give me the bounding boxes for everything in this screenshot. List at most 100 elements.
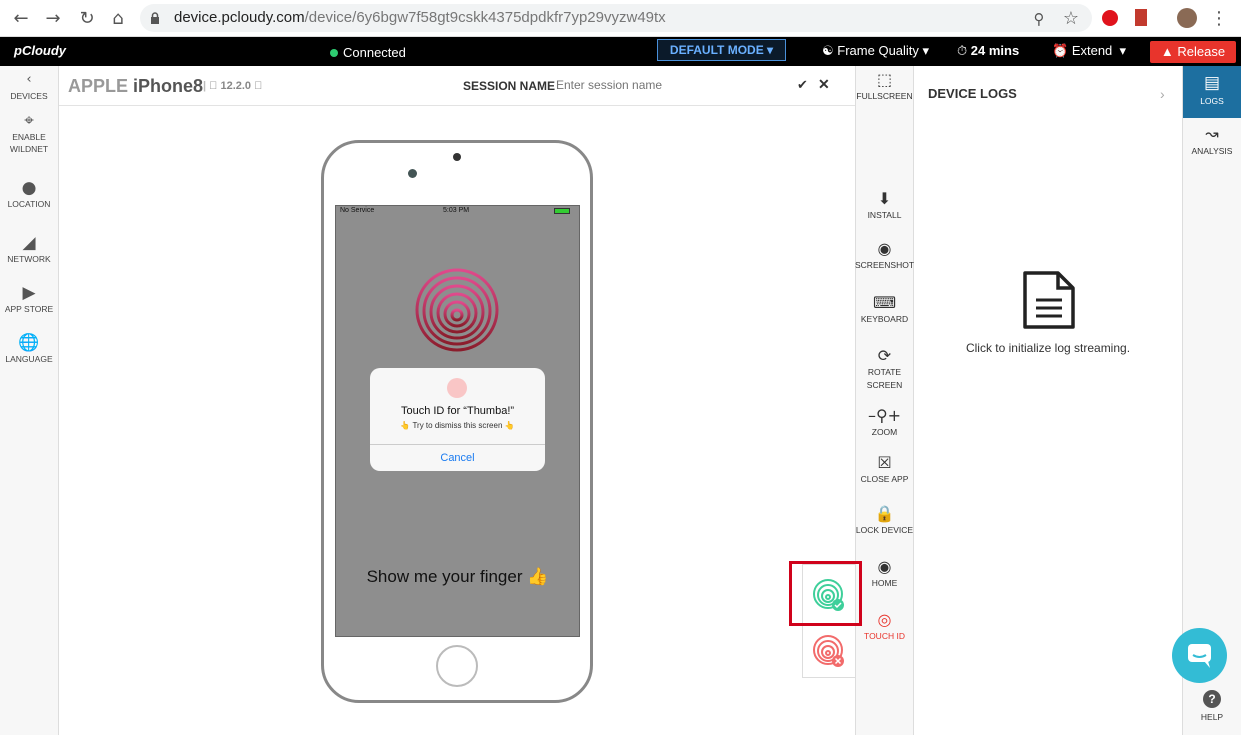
left-sidebar — [0, 66, 59, 735]
tool-label: KEYBOARD — [860, 314, 909, 324]
alert-divider — [370, 444, 545, 445]
session-name-label: SESSION NAME — [463, 79, 556, 93]
help-button[interactable]: ? HELP — [1183, 690, 1241, 723]
mode-dropdown[interactable]: DEFAULT MODE ▾ — [657, 39, 786, 61]
chat-bubble-icon — [1188, 644, 1211, 668]
bookmark-star-icon[interactable]: ☆ — [1060, 8, 1082, 30]
extend-dropdown[interactable]: ⏰ Extend ▾ — [1052, 43, 1126, 59]
os-version-value: 12.2.0 — [209, 80, 251, 95]
mode-label: DEFAULT MODE — [669, 43, 764, 57]
alert-title: Touch ID for “Thumba!” — [400, 405, 515, 417]
screen-message: Show me your finger 👍 — [366, 567, 549, 586]
highlight-box — [789, 561, 862, 626]
frame-quality-icon: ☯ — [822, 43, 834, 58]
close-app-icon: ☒ — [877, 453, 892, 472]
fullscreen-icon: ⬚ — [876, 70, 893, 89]
alarm-clock-icon: ⏰ — [1052, 43, 1069, 58]
tool-close-app[interactable]: ☒ CLOSE APP — [855, 453, 914, 486]
home-page-icon[interactable]: ⌂ — [107, 8, 129, 30]
tool-fullscreen[interactable]: ⬚ FULLSCREEN — [855, 70, 914, 103]
sidebar-label: APP STORE — [4, 304, 54, 314]
help-question-icon: ? — [1203, 690, 1221, 708]
logs-list-icon: ▤ — [1203, 73, 1221, 92]
browser-menu-icon[interactable]: ⋮ — [1208, 8, 1230, 30]
release-button[interactable]: ▲ Release — [1150, 41, 1236, 63]
cancel-x-icon[interactable]: ✕ — [818, 76, 830, 93]
logs-message[interactable]: Click to initialize log streaming. — [914, 341, 1182, 355]
tab-analysis-label: ANALYSIS — [1191, 146, 1233, 156]
release-label: Release — [1177, 44, 1226, 59]
signal-icon: ◢ — [22, 233, 36, 253]
sidebar-label: ENABLE WILDNET — [9, 132, 49, 154]
phone-time: 5:03 PM — [443, 207, 470, 214]
confirm-check-icon[interactable]: ✔ — [797, 77, 808, 93]
phone-status-bar: No Service 5:03 PM — [340, 207, 578, 214]
tool-zoom[interactable]: –⚲+ ZOOM — [855, 406, 914, 439]
home-icon: ◉ — [877, 557, 892, 576]
device-model: iPhone8 — [133, 76, 204, 96]
tool-install[interactable]: ⬇ INSTALL — [855, 189, 914, 222]
help-label: HELP — [1200, 712, 1224, 722]
tab-logs-label: LOGS — [1200, 96, 1224, 106]
frame-quality-dropdown[interactable]: ☯ Frame Quality ▾ — [822, 43, 929, 59]
tool-keyboard[interactable]: ⌨ KEYBOARD — [855, 293, 914, 326]
status-text: Connected — [343, 45, 406, 60]
phone-speaker — [453, 153, 461, 161]
document-icon[interactable] — [1022, 270, 1076, 335]
tool-label: LOCK DEVICE — [855, 525, 914, 535]
logs-title: DEVICE LOGS — [928, 86, 1017, 101]
alert-cancel-button[interactable]: Cancel — [370, 452, 545, 464]
tool-label: HOME — [871, 578, 898, 588]
install-icon: ⬇ — [877, 189, 892, 208]
chevron-right-icon[interactable]: › — [1160, 86, 1165, 102]
tool-rotate[interactable]: ⟳ ROTATE SCREEN — [855, 346, 914, 392]
back-chevron-icon: ‹ — [26, 72, 32, 87]
alert-fingerprint-icon — [447, 378, 467, 398]
tab-logs[interactable]: ▤ LOGS — [1183, 66, 1241, 118]
lock-icon — [150, 11, 160, 24]
sidebar-item-wildnet[interactable]: ⌖ ENABLE WILDNET — [0, 111, 58, 155]
opera-extension-icon[interactable] — [1102, 10, 1118, 26]
url-text[interactable]: device.pcloudy.com/device/6y6bgw7f58gt9c… — [174, 9, 666, 26]
zoom-icon: –⚲+ — [867, 406, 902, 425]
fingerprint-graphic-icon — [412, 265, 502, 355]
sidebar-label: LOCATION — [7, 199, 51, 209]
chat-widget-button[interactable] — [1172, 628, 1227, 683]
sidebar-item-network[interactable]: ◢ NETWORK — [0, 233, 58, 265]
tool-screenshot[interactable]: ◉ SCREENSHOT — [855, 239, 914, 272]
reload-icon[interactable]: ↻ — [76, 8, 98, 30]
sidebar-item-location[interactable]: ● LOCATION — [0, 178, 58, 210]
connection-status: Connected — [330, 45, 406, 60]
sidebar-item-devices[interactable]: ‹ DEVICES — [0, 70, 58, 102]
info-icon[interactable]: ⓘ — [254, 80, 262, 92]
keyboard-icon: ⌨ — [872, 293, 897, 312]
status-dot-icon — [330, 48, 338, 57]
phone-home-button[interactable] — [436, 645, 478, 687]
tool-touch-id[interactable]: ◎ TOUCH ID — [855, 610, 914, 643]
rotate-icon: ⟳ — [877, 346, 892, 365]
tool-label: CLOSE APP — [860, 474, 909, 484]
sidebar-item-language[interactable]: 🌐 LANGUAGE — [0, 333, 58, 365]
battery-icon — [554, 208, 570, 214]
back-arrow-icon[interactable]: ← — [10, 8, 32, 30]
fingerprint-icon: ◎ — [877, 610, 892, 629]
zoom-search-icon[interactable]: ⚲ — [1028, 8, 1050, 30]
stopwatch-icon: ⏱ — [957, 43, 968, 58]
tool-home[interactable]: ◉ HOME — [855, 557, 914, 590]
wifi-tower-icon: ⌖ — [24, 111, 34, 131]
profile-avatar[interactable] — [1177, 8, 1197, 28]
frame-quality-label: Frame Quality — [837, 43, 919, 58]
device-brand: APPLE — [68, 76, 129, 96]
touch-fail-icon[interactable] — [812, 634, 846, 668]
sidebar-item-app-store[interactable]: ▶ APP STORE — [0, 283, 58, 315]
forward-arrow-icon[interactable]: → — [42, 8, 64, 30]
session-timer: ⏱ 24 mins — [957, 43, 1019, 59]
tool-lock-device[interactable]: 🔒 LOCK DEVICE — [855, 504, 914, 537]
tab-analysis[interactable]: ↝ ANALYSIS — [1183, 125, 1241, 157]
apple-icon:  — [209, 80, 217, 92]
phone-camera — [408, 169, 417, 178]
globe-icon: 🌐 — [18, 333, 40, 353]
play-circle-icon: ▶ — [22, 283, 36, 303]
session-name-input[interactable] — [556, 78, 786, 92]
book-extension-icon[interactable] — [1135, 9, 1147, 26]
